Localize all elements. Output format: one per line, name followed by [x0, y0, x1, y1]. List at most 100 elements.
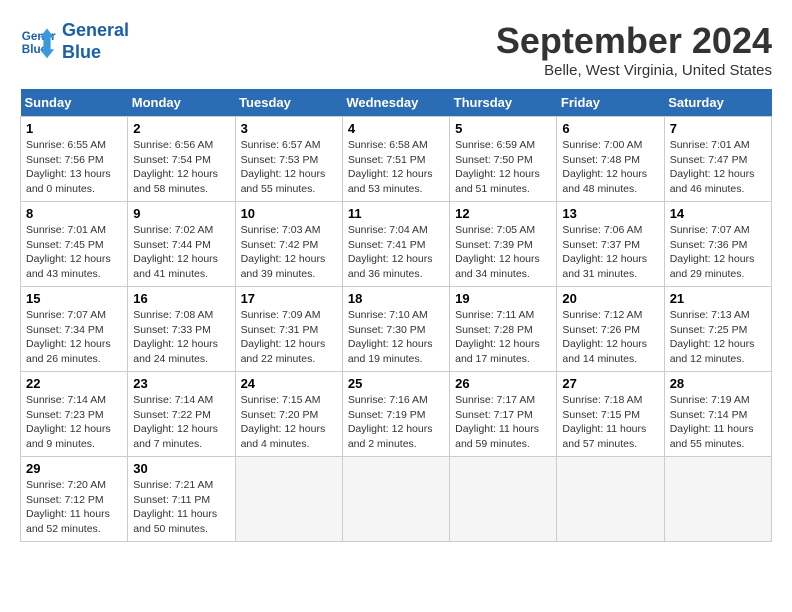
day-cell: 28Sunrise: 7:19 AMSunset: 7:14 PMDayligh…: [664, 372, 771, 457]
day-cell: 9Sunrise: 7:02 AMSunset: 7:44 PMDaylight…: [128, 202, 235, 287]
day-info: Sunrise: 7:10 AMSunset: 7:30 PMDaylight:…: [348, 308, 444, 367]
day-number: 15: [26, 291, 122, 306]
day-number: 25: [348, 376, 444, 391]
day-cell: 8 Sunrise: 7:01 AMSunset: 7:45 PMDaylight…: [21, 202, 128, 287]
day-info: Sunrise: 7:01 AMSunset: 7:45 PMDaylight:…: [26, 223, 122, 282]
day-number: 6: [562, 121, 658, 136]
day-number: 9: [133, 206, 229, 221]
calendar-title: September 2024: [496, 20, 772, 62]
day-info: Sunrise: 6:57 AMSunset: 7:53 PMDaylight:…: [241, 138, 337, 197]
day-number: 26: [455, 376, 551, 391]
weekday-header-tuesday: Tuesday: [235, 89, 342, 117]
day-cell: 5 Sunrise: 6:59 AMSunset: 7:50 PMDaylight…: [450, 117, 557, 202]
day-cell: 13 Sunrise: 7:06 AMSunset: 7:37 PMDayligh…: [557, 202, 664, 287]
day-number: 10: [241, 206, 337, 221]
day-info: Sunrise: 7:04 AMSunset: 7:41 PMDaylight:…: [348, 223, 444, 282]
day-info: Sunrise: 7:00 AMSunset: 7:48 PMDaylight:…: [562, 138, 658, 197]
day-info: Sunrise: 6:59 AMSunset: 7:50 PMDaylight:…: [455, 138, 551, 197]
day-cell: 16Sunrise: 7:08 AMSunset: 7:33 PMDayligh…: [128, 287, 235, 372]
calendar-table: SundayMondayTuesdayWednesdayThursdayFrid…: [20, 89, 772, 542]
day-number: 5: [455, 121, 551, 136]
day-info: Sunrise: 7:09 AMSunset: 7:31 PMDaylight:…: [241, 308, 337, 367]
day-number: 24: [241, 376, 337, 391]
day-info: Sunrise: 7:05 AMSunset: 7:39 PMDaylight:…: [455, 223, 551, 282]
day-info: Sunrise: 6:56 AMSunset: 7:54 PMDaylight:…: [133, 138, 229, 197]
day-cell: 30 Sunrise: 7:21 AMSunset: 7:11 PMDayligh…: [128, 457, 235, 542]
day-cell: 10 Sunrise: 7:03 AMSunset: 7:42 PMDayligh…: [235, 202, 342, 287]
day-cell: [664, 457, 771, 542]
day-number: 18: [348, 291, 444, 306]
day-cell: 19 Sunrise: 7:11 AMSunset: 7:28 PMDayligh…: [450, 287, 557, 372]
day-info: Sunrise: 7:17 AMSunset: 7:17 PMDaylight:…: [455, 393, 551, 452]
day-number: 14: [670, 206, 766, 221]
weekday-header-thursday: Thursday: [450, 89, 557, 117]
day-info: Sunrise: 7:16 AMSunset: 7:19 PMDaylight:…: [348, 393, 444, 452]
week-row-5: 29Sunrise: 7:20 AMSunset: 7:12 PMDayligh…: [21, 457, 772, 542]
day-cell: 23Sunrise: 7:14 AMSunset: 7:22 PMDayligh…: [128, 372, 235, 457]
day-cell: 17Sunrise: 7:09 AMSunset: 7:31 PMDayligh…: [235, 287, 342, 372]
day-cell: [450, 457, 557, 542]
day-info: Sunrise: 6:55 AMSunset: 7:56 PMDaylight:…: [26, 138, 122, 197]
weekday-header-wednesday: Wednesday: [342, 89, 449, 117]
day-info: Sunrise: 7:15 AMSunset: 7:20 PMDaylight:…: [241, 393, 337, 452]
day-number: 2: [133, 121, 229, 136]
day-cell: 18 Sunrise: 7:10 AMSunset: 7:30 PMDayligh…: [342, 287, 449, 372]
day-number: 19: [455, 291, 551, 306]
day-number: 3: [241, 121, 337, 136]
logo-line2: Blue: [62, 42, 101, 62]
weekday-header-monday: Monday: [128, 89, 235, 117]
day-cell: [235, 457, 342, 542]
logo: General Blue General Blue: [20, 20, 129, 63]
day-cell: 6 Sunrise: 7:00 AMSunset: 7:48 PMDaylight…: [557, 117, 664, 202]
week-row-4: 22 Sunrise: 7:14 AMSunset: 7:23 PMDayligh…: [21, 372, 772, 457]
day-info: Sunrise: 7:11 AMSunset: 7:28 PMDaylight:…: [455, 308, 551, 367]
week-row-3: 15 Sunrise: 7:07 AMSunset: 7:34 PMDayligh…: [21, 287, 772, 372]
weekday-header-row: SundayMondayTuesdayWednesdayThursdayFrid…: [21, 89, 772, 117]
day-info: Sunrise: 7:01 AMSunset: 7:47 PMDaylight:…: [670, 138, 766, 197]
day-number: 13: [562, 206, 658, 221]
day-cell: 7 Sunrise: 7:01 AMSunset: 7:47 PMDaylight…: [664, 117, 771, 202]
day-cell: [342, 457, 449, 542]
day-info: Sunrise: 6:58 AMSunset: 7:51 PMDaylight:…: [348, 138, 444, 197]
day-cell: 29Sunrise: 7:20 AMSunset: 7:12 PMDayligh…: [21, 457, 128, 542]
day-info: Sunrise: 7:12 AMSunset: 7:26 PMDaylight:…: [562, 308, 658, 367]
day-info: Sunrise: 7:07 AMSunset: 7:34 PMDaylight:…: [26, 308, 122, 367]
day-cell: 2 Sunrise: 6:56 AMSunset: 7:54 PMDaylight…: [128, 117, 235, 202]
day-cell: 24 Sunrise: 7:15 AMSunset: 7:20 PMDayligh…: [235, 372, 342, 457]
day-cell: 14 Sunrise: 7:07 AMSunset: 7:36 PMDayligh…: [664, 202, 771, 287]
page-header: General Blue General Blue September 2024…: [20, 20, 772, 79]
day-number: 12: [455, 206, 551, 221]
day-info: Sunrise: 7:07 AMSunset: 7:36 PMDaylight:…: [670, 223, 766, 282]
day-info: Sunrise: 7:08 AMSunset: 7:33 PMDaylight:…: [133, 308, 229, 367]
day-info: Sunrise: 7:20 AMSunset: 7:12 PMDaylight:…: [26, 478, 122, 537]
day-cell: 20 Sunrise: 7:12 AMSunset: 7:26 PMDayligh…: [557, 287, 664, 372]
day-info: Sunrise: 7:14 AMSunset: 7:23 PMDaylight:…: [26, 393, 122, 452]
day-number: 23: [133, 376, 229, 391]
day-cell: 11Sunrise: 7:04 AMSunset: 7:41 PMDayligh…: [342, 202, 449, 287]
day-cell: 15 Sunrise: 7:07 AMSunset: 7:34 PMDayligh…: [21, 287, 128, 372]
day-info: Sunrise: 7:18 AMSunset: 7:15 PMDaylight:…: [562, 393, 658, 452]
logo-line1: General: [62, 20, 129, 40]
weekday-header-friday: Friday: [557, 89, 664, 117]
weekday-header-saturday: Saturday: [664, 89, 771, 117]
day-info: Sunrise: 7:03 AMSunset: 7:42 PMDaylight:…: [241, 223, 337, 282]
day-cell: 21 Sunrise: 7:13 AMSunset: 7:25 PMDayligh…: [664, 287, 771, 372]
day-number: 30: [133, 461, 229, 476]
day-number: 22: [26, 376, 122, 391]
logo-icon: General Blue: [20, 24, 56, 60]
day-cell: 25 Sunrise: 7:16 AMSunset: 7:19 PMDayligh…: [342, 372, 449, 457]
day-info: Sunrise: 7:06 AMSunset: 7:37 PMDaylight:…: [562, 223, 658, 282]
calendar-subtitle: Belle, West Virginia, United States: [496, 62, 772, 79]
day-number: 1: [26, 121, 122, 136]
day-cell: 3 Sunrise: 6:57 AMSunset: 7:53 PMDaylight…: [235, 117, 342, 202]
day-cell: 27Sunrise: 7:18 AMSunset: 7:15 PMDayligh…: [557, 372, 664, 457]
day-info: Sunrise: 7:21 AMSunset: 7:11 PMDaylight:…: [133, 478, 229, 537]
day-number: 8: [26, 206, 122, 221]
day-number: 20: [562, 291, 658, 306]
day-number: 4: [348, 121, 444, 136]
week-row-1: 1 Sunrise: 6:55 AMSunset: 7:56 PMDaylight…: [21, 117, 772, 202]
day-cell: 26 Sunrise: 7:17 AMSunset: 7:17 PMDayligh…: [450, 372, 557, 457]
day-number: 21: [670, 291, 766, 306]
day-number: 7: [670, 121, 766, 136]
day-info: Sunrise: 7:13 AMSunset: 7:25 PMDaylight:…: [670, 308, 766, 367]
